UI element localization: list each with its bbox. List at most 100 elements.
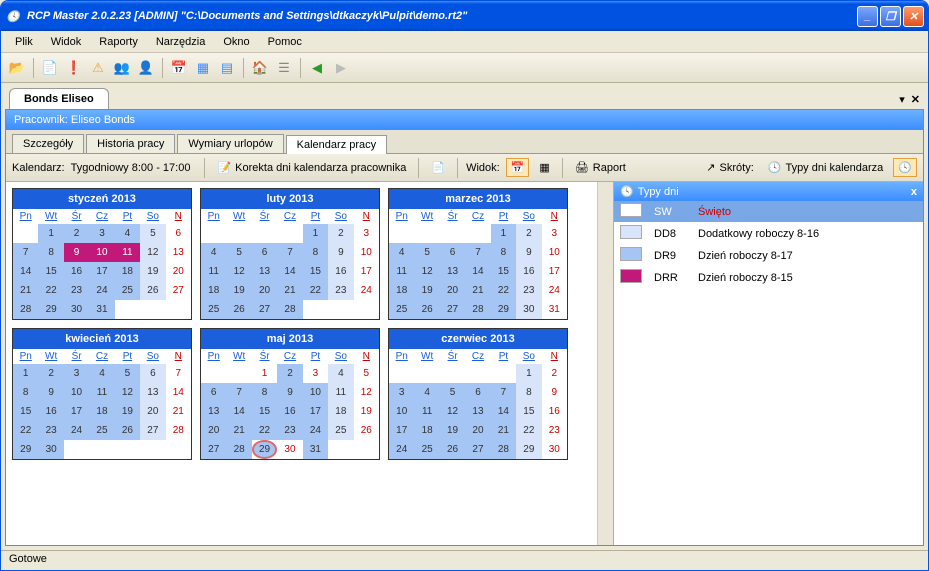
document-tab[interactable]: Bonds Eliseo: [9, 88, 109, 109]
day-cell[interactable]: 4: [328, 364, 353, 383]
day-cell[interactable]: 21: [166, 402, 191, 421]
day-cell[interactable]: 19: [115, 402, 140, 421]
day-cell[interactable]: 27: [440, 300, 465, 319]
typy-button[interactable]: 🕓 Typy dni kalendarza: [764, 159, 888, 176]
day-cell[interactable]: 24: [89, 281, 114, 300]
day-cell[interactable]: 24: [542, 281, 567, 300]
day-cell[interactable]: 7: [166, 364, 191, 383]
day-cell[interactable]: 19: [440, 421, 465, 440]
day-cell[interactable]: 22: [491, 281, 516, 300]
users-icon[interactable]: 👥: [112, 58, 132, 78]
day-cell[interactable]: 10: [542, 243, 567, 262]
day-cell[interactable]: 30: [64, 300, 89, 319]
day-cell[interactable]: 12: [354, 383, 379, 402]
day-cell[interactable]: 2: [516, 224, 541, 243]
day-cell[interactable]: 10: [303, 383, 328, 402]
day-cell[interactable]: 22: [303, 281, 328, 300]
menu-narzędzia[interactable]: Narzędzia: [148, 34, 214, 50]
day-cell[interactable]: 23: [64, 281, 89, 300]
day-cell[interactable]: 23: [542, 421, 567, 440]
legend-row[interactable]: DR9Dzień roboczy 8-17: [614, 245, 923, 267]
day-cell[interactable]: 8: [516, 383, 541, 402]
day-cell[interactable]: 2: [542, 364, 567, 383]
day-cell[interactable]: 29: [38, 300, 63, 319]
day-cell[interactable]: 12: [414, 262, 439, 281]
day-cell[interactable]: 27: [166, 281, 191, 300]
day-cell[interactable]: 8: [38, 243, 63, 262]
forward-icon[interactable]: ▶: [331, 58, 351, 78]
day-cell[interactable]: 28: [465, 300, 490, 319]
day-cell[interactable]: 20: [201, 421, 226, 440]
day-cell[interactable]: 3: [389, 383, 414, 402]
day-cell[interactable]: 6: [465, 383, 490, 402]
day-cell[interactable]: 18: [389, 281, 414, 300]
calendar-icon[interactable]: 📅: [169, 58, 189, 78]
tab-dropdown-icon[interactable]: ▾: [899, 93, 905, 106]
grid-icon[interactable]: ▦: [193, 58, 213, 78]
menu-widok[interactable]: Widok: [43, 34, 90, 50]
day-cell[interactable]: 19: [414, 281, 439, 300]
day-cell[interactable]: 13: [440, 262, 465, 281]
day-cell[interactable]: 11: [328, 383, 353, 402]
menu-raporty[interactable]: Raporty: [91, 34, 146, 50]
day-cell[interactable]: 16: [328, 262, 353, 281]
day-cell[interactable]: 11: [115, 243, 140, 262]
day-cell[interactable]: 25: [201, 300, 226, 319]
day-cell[interactable]: 17: [542, 262, 567, 281]
day-cell[interactable]: 4: [115, 224, 140, 243]
day-cell[interactable]: 23: [328, 281, 353, 300]
day-cell[interactable]: 6: [201, 383, 226, 402]
day-cell[interactable]: 19: [354, 402, 379, 421]
day-types-header[interactable]: 🕓 Typy dni x: [614, 182, 923, 201]
day-cell[interactable]: 18: [414, 421, 439, 440]
day-cell[interactable]: 26: [140, 281, 165, 300]
menu-plik[interactable]: Plik: [7, 34, 41, 50]
day-cell[interactable]: 20: [140, 402, 165, 421]
day-cell[interactable]: 7: [277, 243, 302, 262]
day-cell[interactable]: 27: [252, 300, 277, 319]
day-cell[interactable]: 19: [226, 281, 251, 300]
doc-icon[interactable]: 📄: [40, 58, 60, 78]
menu-okno[interactable]: Okno: [215, 34, 257, 50]
day-cell[interactable]: 22: [13, 421, 38, 440]
day-cell[interactable]: 15: [252, 402, 277, 421]
day-cell[interactable]: 9: [328, 243, 353, 262]
day-cell[interactable]: 1: [252, 364, 277, 383]
day-cell[interactable]: 12: [115, 383, 140, 402]
day-cell[interactable]: 10: [64, 383, 89, 402]
day-cell[interactable]: 14: [226, 402, 251, 421]
day-cell[interactable]: 14: [166, 383, 191, 402]
day-cell[interactable]: 26: [414, 300, 439, 319]
day-cell[interactable]: 17: [354, 262, 379, 281]
day-cell[interactable]: 3: [89, 224, 114, 243]
day-cell[interactable]: 31: [303, 440, 328, 459]
day-cell[interactable]: 29: [13, 440, 38, 459]
day-cell[interactable]: 28: [277, 300, 302, 319]
day-cell[interactable]: 15: [491, 262, 516, 281]
legend-row[interactable]: SWŚwięto: [614, 201, 923, 223]
day-cell[interactable]: 17: [303, 402, 328, 421]
day-cell[interactable]: 3: [303, 364, 328, 383]
raport-button[interactable]: 🖨 Raport: [571, 159, 630, 176]
legend-row[interactable]: DD8Dodatkowy roboczy 8-16: [614, 223, 923, 245]
day-cell[interactable]: 13: [252, 262, 277, 281]
list-icon[interactable]: ▤: [217, 58, 237, 78]
day-cell[interactable]: 15: [303, 262, 328, 281]
day-cell[interactable]: 18: [328, 402, 353, 421]
day-cell[interactable]: 30: [38, 440, 63, 459]
day-cell[interactable]: 4: [389, 243, 414, 262]
day-cell[interactable]: 14: [277, 262, 302, 281]
day-cell[interactable]: 7: [226, 383, 251, 402]
day-cell[interactable]: 6: [140, 364, 165, 383]
day-cell[interactable]: 9: [542, 383, 567, 402]
day-cell[interactable]: 19: [140, 262, 165, 281]
view-cal-button[interactable]: 📅: [506, 158, 530, 177]
day-cell[interactable]: 20: [465, 421, 490, 440]
legend-row[interactable]: DRRDzień roboczy 8-15: [614, 267, 923, 289]
day-cell[interactable]: 1: [516, 364, 541, 383]
day-cell[interactable]: 17: [389, 421, 414, 440]
day-cell[interactable]: 6: [166, 224, 191, 243]
day-cell[interactable]: 26: [440, 440, 465, 459]
day-cell[interactable]: 21: [491, 421, 516, 440]
day-cell[interactable]: 3: [354, 224, 379, 243]
